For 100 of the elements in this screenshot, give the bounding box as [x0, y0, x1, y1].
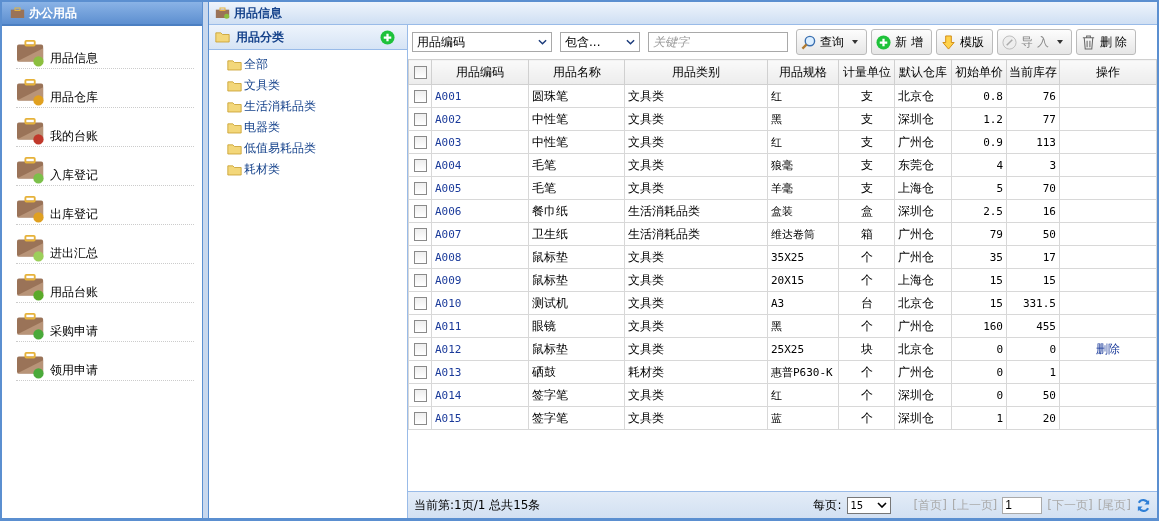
row-checkbox[interactable] — [413, 366, 427, 379]
page-summary: 当前第:1页/1 总共15条 — [414, 496, 541, 514]
table-cell: 0 — [951, 383, 1007, 407]
item-code-link[interactable]: A001 — [431, 84, 529, 108]
tree-item[interactable]: 电器类 — [244, 119, 280, 136]
table-cell: 文具类 — [624, 84, 768, 108]
table-cell: 77 — [1006, 107, 1060, 131]
table-cell: 北京仓 — [894, 337, 952, 361]
tree-item[interactable]: 全部 — [244, 56, 268, 73]
nav-item[interactable]: 采购申请 — [16, 303, 194, 342]
row-checkbox[interactable] — [413, 90, 427, 103]
delete-link[interactable]: 删除 — [1059, 337, 1157, 361]
tree-item[interactable]: 文具类 — [244, 77, 280, 94]
table-cell: 台 — [838, 291, 895, 315]
table-cell: 331.5 — [1006, 291, 1060, 315]
nav-item[interactable]: 领用申请 — [16, 342, 194, 381]
item-code-link[interactable]: A007 — [431, 222, 529, 246]
template-button[interactable]: 模版 — [935, 29, 993, 55]
table-cell: 79 — [951, 222, 1007, 246]
column-header: 用品编码 — [431, 59, 529, 85]
table-cell: 支 — [838, 153, 895, 177]
nav-item[interactable]: 进出汇总 — [16, 225, 194, 264]
add-icon[interactable] — [380, 29, 395, 45]
tree-item[interactable]: 耗材类 — [244, 161, 280, 178]
table-cell: 红 — [767, 84, 839, 108]
row-checkbox[interactable] — [413, 136, 427, 149]
row-checkbox[interactable] — [413, 297, 427, 310]
item-code-link[interactable]: A009 — [431, 268, 529, 292]
table-cell: 箱 — [838, 222, 895, 246]
item-code-link[interactable]: A005 — [431, 176, 529, 200]
trash-icon — [1080, 34, 1096, 50]
row-checkbox[interactable] — [413, 343, 427, 356]
tree-item[interactable]: 低值易耗品类 — [244, 140, 316, 157]
folder-icon — [215, 31, 230, 43]
row-checkbox[interactable] — [413, 182, 427, 195]
row-checkbox[interactable] — [413, 412, 427, 425]
table-cell: 广州仓 — [894, 360, 952, 384]
row-checkbox[interactable] — [413, 389, 427, 402]
table-cell: 深圳仓 — [894, 383, 952, 407]
table-cell: 个 — [838, 314, 895, 338]
page-number-field[interactable]: 1 — [1002, 496, 1043, 514]
table-cell: 眼镜 — [528, 314, 625, 338]
item-code-link[interactable]: A010 — [431, 291, 529, 315]
row-checkbox[interactable] — [413, 274, 427, 287]
table-cell: 广州仓 — [894, 130, 952, 154]
item-code-link[interactable]: A012 — [431, 337, 529, 361]
table-cell: 红 — [767, 130, 839, 154]
column-header: 默认仓库 — [894, 59, 952, 85]
table-cell: 0.9 — [951, 130, 1007, 154]
item-code-link[interactable]: A004 — [431, 153, 529, 177]
item-code-link[interactable]: A002 — [431, 107, 529, 131]
item-code-link[interactable]: A014 — [431, 383, 529, 407]
select-all-checkbox[interactable] — [413, 66, 427, 79]
search-button[interactable]: 查询 — [796, 29, 867, 55]
item-code-link[interactable]: A015 — [431, 406, 529, 430]
item-code-link[interactable]: A008 — [431, 245, 529, 269]
table-cell: 红 — [767, 383, 839, 407]
table-cell: 0.8 — [951, 84, 1007, 108]
nav-item[interactable]: 用品信息 — [16, 30, 194, 69]
item-code-link[interactable]: A013 — [431, 360, 529, 384]
row-checkbox[interactable] — [413, 251, 427, 264]
nav-item[interactable]: 出库登记 — [16, 186, 194, 225]
folder-icon — [227, 100, 242, 113]
delete-button[interactable]: 删 除 — [1075, 29, 1137, 55]
row-checkbox[interactable] — [413, 205, 427, 218]
add-button[interactable]: 新 增 — [871, 29, 932, 55]
briefcase-icon — [16, 117, 46, 145]
tree-title: 用品分类 — [236, 28, 285, 46]
nav-item[interactable]: 用品仓库 — [16, 69, 194, 108]
item-code-link[interactable]: A011 — [431, 314, 529, 338]
table-cell: 20X15 — [767, 268, 839, 292]
briefcase-icon — [16, 312, 46, 340]
table-cell: 文具类 — [624, 383, 768, 407]
row-checkbox[interactable] — [413, 113, 427, 126]
row-checkbox[interactable] — [413, 159, 427, 172]
table-cell: 鼠标垫 — [528, 245, 625, 269]
briefcase-icon — [10, 7, 25, 19]
table-cell: 黑 — [767, 107, 839, 131]
row-checkbox[interactable] — [413, 228, 427, 241]
table-cell: 鼠标垫 — [528, 268, 625, 292]
operator-select[interactable]: 包含... — [560, 32, 640, 52]
tree-item[interactable]: 生活消耗品类 — [244, 98, 316, 115]
nav-item[interactable]: 我的台账 — [16, 108, 194, 147]
page-size-select[interactable]: 15 — [846, 496, 891, 514]
nav-item[interactable]: 用品台账 — [16, 264, 194, 303]
refresh-icon[interactable] — [1136, 497, 1151, 513]
row-checkbox[interactable] — [413, 320, 427, 333]
table-cell: 文具类 — [624, 337, 768, 361]
table-cell: 深圳仓 — [894, 406, 952, 430]
item-code-link[interactable]: A003 — [431, 130, 529, 154]
column-header: 操作 — [1059, 59, 1157, 85]
nav-item[interactable]: 入库登记 — [16, 147, 194, 186]
table-cell: 深圳仓 — [894, 107, 952, 131]
table-cell: 文具类 — [624, 130, 768, 154]
splitter-handle[interactable] — [203, 2, 208, 518]
item-code-link[interactable]: A006 — [431, 199, 529, 223]
table-cell: 毛笔 — [528, 153, 625, 177]
briefcase-icon — [16, 234, 46, 262]
keyword-field[interactable]: 关键字 — [648, 32, 788, 52]
field-select[interactable]: 用品编码 — [412, 32, 552, 52]
